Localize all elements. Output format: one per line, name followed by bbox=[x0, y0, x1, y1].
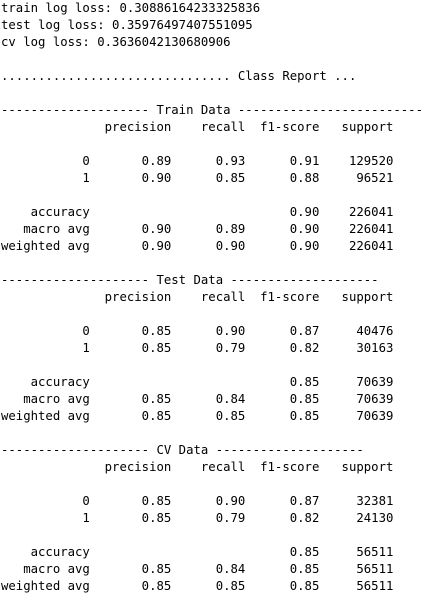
train-class-0-row: 0 0.89 0.93 0.91 129520 bbox=[1, 154, 394, 168]
cv-class-1-row: 1 0.85 0.79 0.82 24130 bbox=[1, 511, 394, 525]
test-class-0-row: 0 0.85 0.90 0.87 40476 bbox=[1, 324, 394, 338]
train-macro-avg-row: macro avg 0.90 0.89 0.90 226041 bbox=[1, 222, 394, 236]
cv-macro-avg-row: macro avg 0.85 0.84 0.85 56511 bbox=[1, 562, 394, 576]
console-output: train log loss: 0.30886164233325836 test … bbox=[1, 0, 423, 595]
train-class-1-row: 1 0.90 0.85 0.88 96521 bbox=[1, 171, 394, 185]
class-report-heading: ............................... Class Re… bbox=[1, 69, 357, 83]
test-accuracy-row: accuracy 0.85 70639 bbox=[1, 375, 394, 389]
test-class-1-row: 1 0.85 0.79 0.82 30163 bbox=[1, 341, 394, 355]
test-log-loss-line: test log loss: 0.35976497407551095 bbox=[1, 18, 253, 32]
cv-accuracy-row: accuracy 0.85 56511 bbox=[1, 545, 394, 559]
cv-weighted-avg-row: weighted avg 0.85 0.85 0.85 56511 bbox=[1, 579, 394, 593]
cv-log-loss-line: cv log loss: 0.3636042130680906 bbox=[1, 35, 231, 49]
test-weighted-avg-row: weighted avg 0.85 0.85 0.85 70639 bbox=[1, 409, 394, 423]
cv-report-header: precision recall f1-score support bbox=[1, 460, 394, 474]
cv-class-0-row: 0 0.85 0.90 0.87 32381 bbox=[1, 494, 394, 508]
train-accuracy-row: accuracy 0.90 226041 bbox=[1, 205, 394, 219]
train-data-separator: -------------------- Train Data --------… bbox=[1, 103, 423, 117]
train-report-header: precision recall f1-score support bbox=[1, 120, 394, 134]
cv-data-separator: -------------------- CV Data -----------… bbox=[1, 443, 364, 457]
train-log-loss-line: train log loss: 0.30886164233325836 bbox=[1, 1, 261, 15]
test-macro-avg-row: macro avg 0.85 0.84 0.85 70639 bbox=[1, 392, 394, 406]
test-report-header: precision recall f1-score support bbox=[1, 290, 394, 304]
train-weighted-avg-row: weighted avg 0.90 0.90 0.90 226041 bbox=[1, 239, 394, 253]
test-data-separator: -------------------- Test Data ---------… bbox=[1, 273, 379, 287]
